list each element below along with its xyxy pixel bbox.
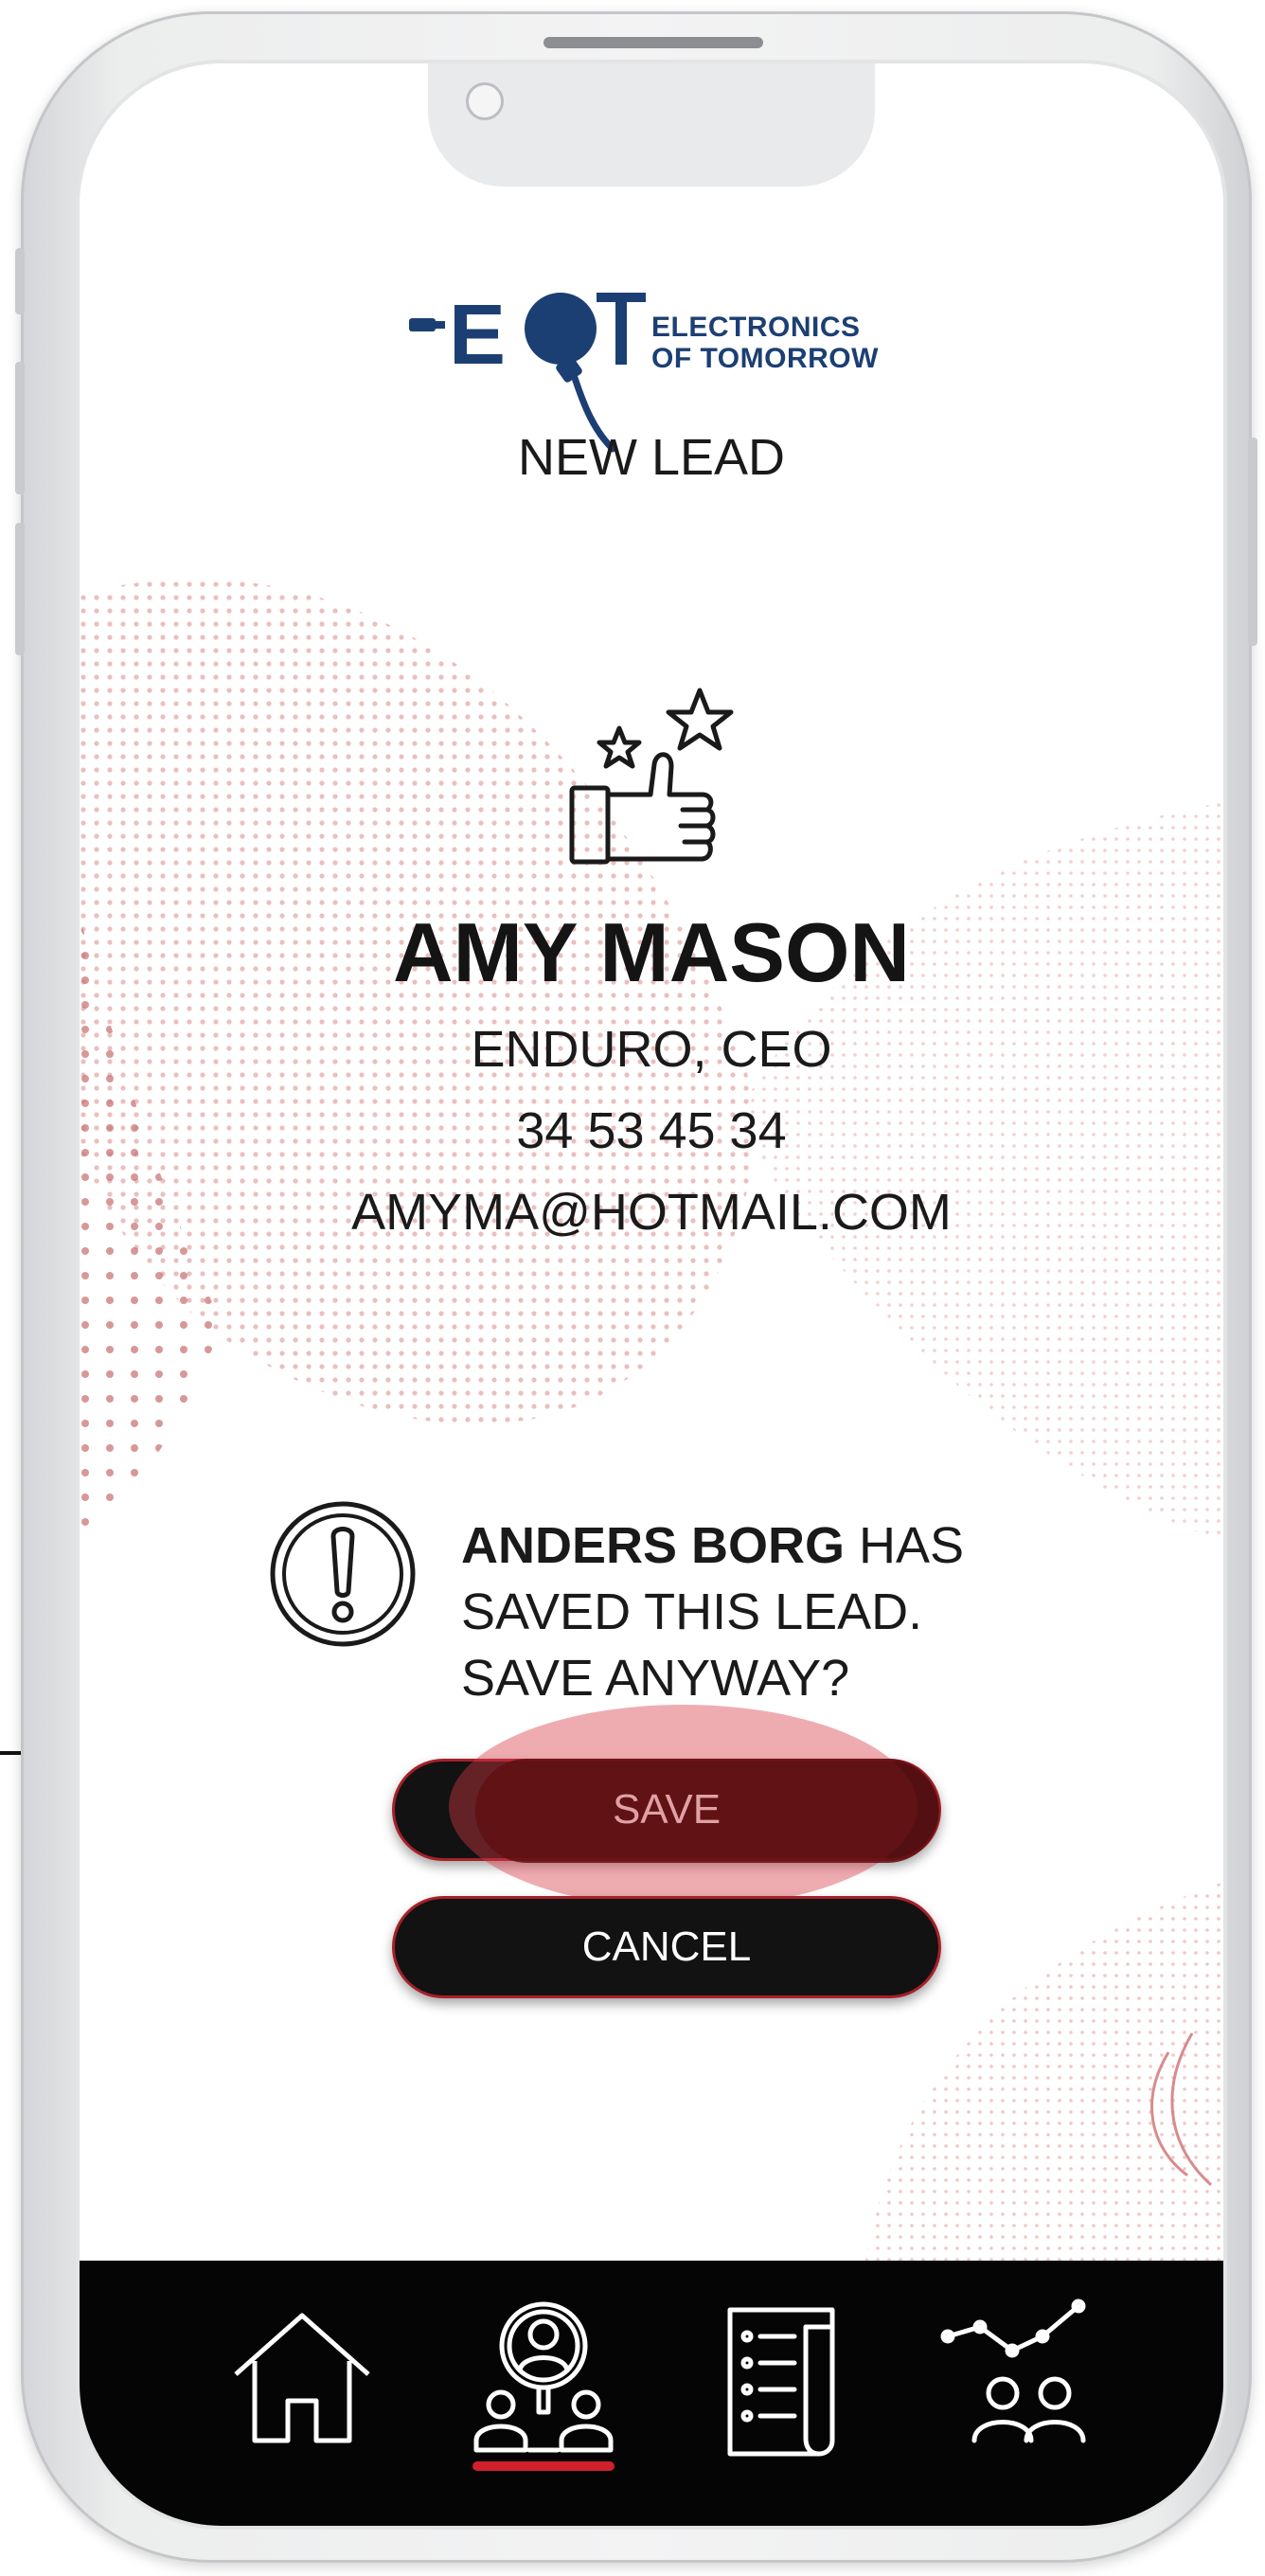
- save-button-label: SAVE: [612, 1786, 722, 1833]
- duplicate-lead-warning: ANDERS BORG HAS SAVED THIS LEAD. SAVE AN…: [461, 1512, 1029, 1711]
- active-tab-indicator: [472, 2461, 615, 2471]
- page-title: NEW LEAD: [517, 429, 786, 486]
- nav-list[interactable]: [700, 2299, 861, 2469]
- thumbs-up-stars-icon: [569, 688, 734, 865]
- side-button: [15, 248, 25, 314]
- warning-line-1: HAS: [845, 1517, 965, 1574]
- cancel-button[interactable]: CANCEL: [392, 1896, 941, 1998]
- volume-down-button: [15, 523, 25, 655]
- list-document-icon: [727, 2307, 835, 2457]
- nav-home[interactable]: [222, 2299, 383, 2469]
- analytics-people-icon: [940, 2299, 1086, 2443]
- volume-up-button: [15, 362, 25, 494]
- lead-email: AMYMA@HOTMAIL.COM: [351, 1184, 952, 1241]
- speaker-grille: [543, 37, 763, 48]
- lead-phone: 34 53 45 34: [516, 1102, 787, 1159]
- svg-text:E: E: [449, 288, 506, 383]
- saved-by-name: ANDERS BORG: [461, 1517, 846, 1574]
- phone-frame: E ELECTRONICS OF TOMORROW NEW LEAD AMY M…: [15, 11, 1257, 2563]
- bottom-navigation: [80, 2261, 1223, 2526]
- lead-company-role: ENDURO, CEO: [471, 1021, 832, 1078]
- logo-line-1: ELECTRONICS: [651, 312, 861, 343]
- cancel-button-label: CANCEL: [581, 1923, 752, 1970]
- nav-leads[interactable]: [463, 2299, 624, 2469]
- lead-name: AMY MASON: [393, 905, 910, 999]
- front-camera: [466, 82, 504, 120]
- home-icon: [234, 2313, 370, 2443]
- notch: [428, 63, 875, 187]
- power-button: [1248, 438, 1257, 646]
- warning-line-3: SAVE ANYWAY?: [461, 1650, 850, 1707]
- leads-scan-icon: [473, 2301, 614, 2453]
- logo-line-2: OF TOMORROW: [651, 343, 879, 374]
- logo-wordmark: ELECTRONICS OF TOMORROW: [651, 312, 879, 374]
- nav-analytics[interactable]: [936, 2299, 1097, 2469]
- save-button-label-wrap[interactable]: SAVE: [392, 1759, 941, 1861]
- warning-line-2: SAVED THIS LEAD.: [461, 1583, 923, 1640]
- screen: E ELECTRONICS OF TOMORROW NEW LEAD AMY M…: [80, 63, 1223, 2526]
- exclamation-warning-icon: [270, 1501, 416, 1647]
